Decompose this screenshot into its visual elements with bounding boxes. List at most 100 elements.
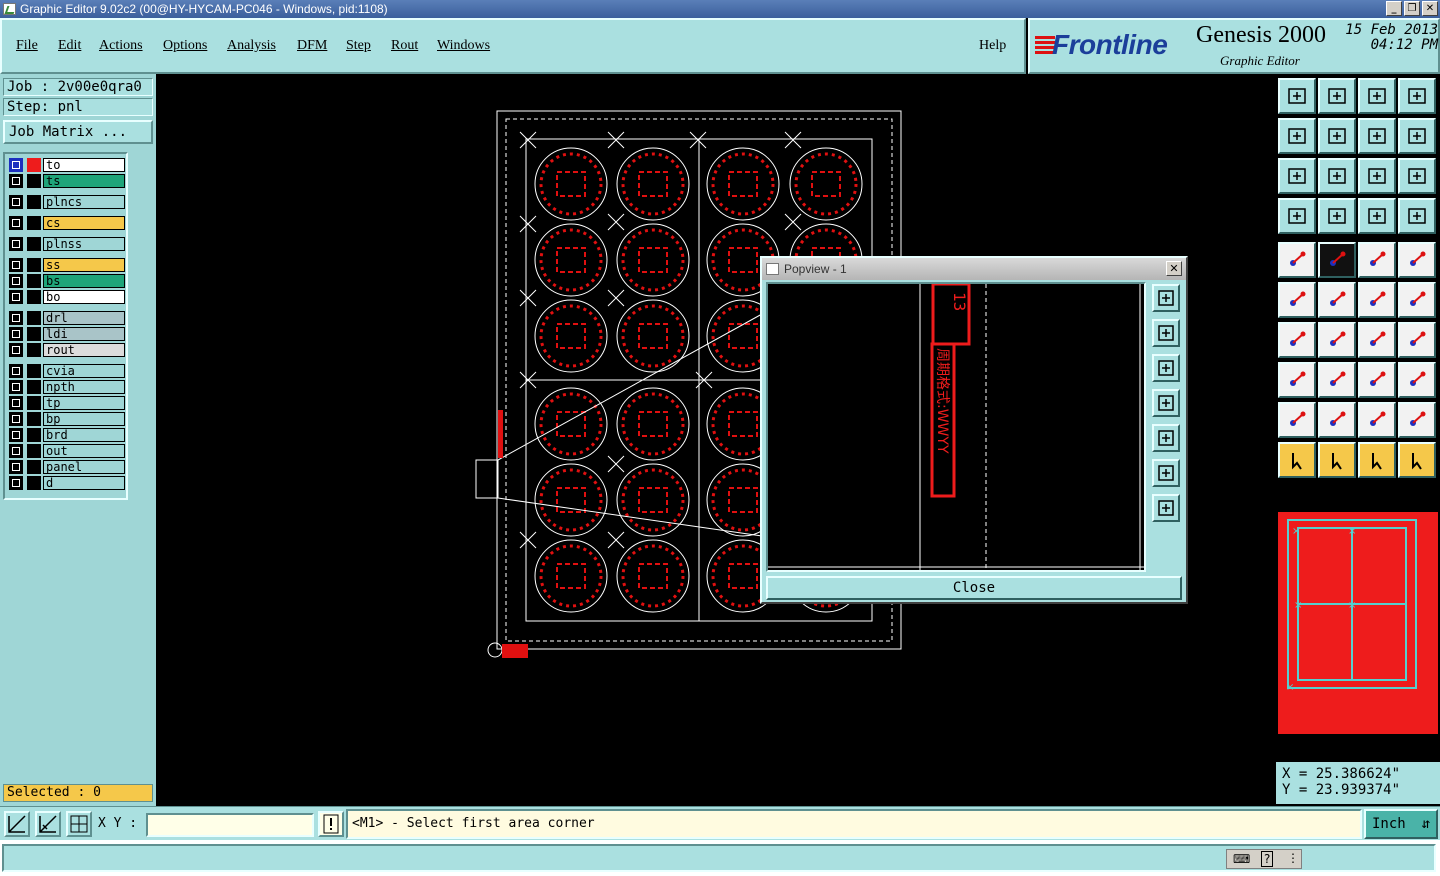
layer-checkbox[interactable] (9, 195, 23, 209)
cross-icon[interactable] (1318, 282, 1356, 318)
line-add-icon[interactable] (1358, 282, 1396, 318)
menu-dfm[interactable]: DFM (297, 38, 327, 54)
layer-checkbox[interactable] (9, 428, 23, 442)
menu-actions[interactable]: Actions (99, 38, 143, 54)
layer-name[interactable]: ts (43, 174, 125, 188)
popview-titlebar[interactable]: Popview - 1 ✕ (762, 258, 1186, 280)
next-icon[interactable] (1318, 118, 1356, 154)
node-icon[interactable] (1278, 362, 1316, 398)
layer-checkbox[interactable] (9, 396, 23, 410)
align-icon[interactable] (1398, 322, 1436, 358)
scale-icon[interactable] (1358, 158, 1396, 194)
layer-name[interactable]: cs (43, 216, 125, 230)
layer-name[interactable]: bp (43, 412, 125, 426)
pointer-icon[interactable] (1278, 442, 1316, 478)
snap-layer-2-icon[interactable] (1398, 198, 1436, 234)
layer-row-bs[interactable]: bs (9, 274, 127, 288)
layer-checkbox[interactable] (9, 327, 23, 341)
layer-checkbox[interactable] (9, 290, 23, 304)
layer-name[interactable]: rout (43, 343, 125, 357)
layer-scrollbar[interactable] (129, 152, 153, 500)
shapes-icon[interactable] (1398, 362, 1436, 398)
angle-icon[interactable] (1278, 322, 1316, 358)
previous-icon[interactable] (1278, 118, 1316, 154)
triangle-icon[interactable] (1278, 402, 1316, 438)
layer-checkbox[interactable] (9, 258, 23, 272)
layer-checkbox[interactable] (9, 412, 23, 426)
layer-row-cs[interactable]: cs (9, 216, 127, 230)
layer-name[interactable]: npth (43, 380, 125, 394)
window-icon[interactable] (1398, 78, 1436, 114)
layer-checkbox[interactable] (9, 237, 23, 251)
slash-icon[interactable] (1318, 322, 1356, 358)
measure-range-icon[interactable] (1358, 362, 1396, 398)
layer-row-out[interactable]: out (9, 444, 127, 458)
help-icon[interactable] (1398, 158, 1436, 194)
arch-2-icon[interactable] (1398, 402, 1436, 438)
layer-name[interactable]: cvia (43, 364, 125, 378)
job-matrix-button[interactable]: Job Matrix ... (3, 120, 153, 144)
popview-view[interactable]: 13 周期格式:WWYY (766, 282, 1146, 572)
rotate-icon[interactable] (1358, 118, 1396, 154)
layer-row-cvia[interactable]: cvia (9, 364, 127, 378)
home-icon[interactable] (1358, 78, 1396, 114)
app-icon[interactable] (3, 3, 16, 15)
layer-row-drl[interactable]: drl (9, 311, 127, 325)
line-move-icon[interactable] (1398, 282, 1436, 318)
layer-checkbox[interactable] (9, 444, 23, 458)
fit-icon[interactable] (1278, 158, 1316, 194)
keyboard-icon[interactable]: ⌨ (1233, 852, 1250, 866)
close-window-button[interactable]: ✕ (1422, 1, 1438, 16)
triangle-2-icon[interactable] (1318, 402, 1356, 438)
tray-menu-icon[interactable]: ⋮ (1287, 851, 1299, 865)
pointer-box-icon[interactable] (1318, 442, 1356, 478)
measure-icon[interactable] (35, 811, 61, 837)
layer-name[interactable]: drl (43, 311, 125, 325)
minus-icon[interactable] (1318, 362, 1356, 398)
overview-minimap[interactable]: × × × × × (1278, 512, 1438, 734)
pv-fit-icon[interactable] (1152, 459, 1180, 487)
menu-file[interactable]: File (16, 38, 38, 54)
restore-button[interactable]: ❐ (1404, 1, 1420, 16)
layer-row-tp[interactable]: tp (9, 396, 127, 410)
layer-name[interactable]: d (43, 476, 125, 490)
menu-edit[interactable]: Edit (58, 38, 81, 54)
layer-row-ldi[interactable]: ldi (9, 327, 127, 341)
draw-icon[interactable] (1318, 242, 1356, 278)
zoom-icon[interactable] (1318, 158, 1356, 194)
layer-checkbox[interactable] (9, 343, 23, 357)
grid-icon[interactable] (1318, 198, 1356, 234)
save-icon[interactable] (1318, 78, 1356, 114)
ruler-icon[interactable] (1358, 242, 1396, 278)
exclamation-icon[interactable] (318, 811, 344, 837)
pv-left-icon[interactable] (1152, 389, 1180, 417)
layer-checkbox[interactable] (9, 158, 23, 172)
snap-layer-icon[interactable] (1358, 198, 1396, 234)
pv-zoom-icon[interactable] (1152, 284, 1180, 312)
layer-name[interactable]: plnss (43, 237, 125, 251)
layer-name[interactable]: out (43, 444, 125, 458)
xy-input[interactable] (146, 813, 314, 837)
menu-windows[interactable]: Windows (437, 38, 490, 54)
layer-checkbox[interactable] (9, 274, 23, 288)
layer-row-npth[interactable]: npth (9, 380, 127, 394)
layer-checkbox[interactable] (9, 216, 23, 230)
layer-name[interactable]: ss (43, 258, 125, 272)
layer-checkbox[interactable] (9, 311, 23, 325)
layer-checkbox[interactable] (9, 174, 23, 188)
help-question-icon[interactable]: ? (1261, 851, 1274, 867)
layer-name[interactable]: plncs (43, 195, 125, 209)
layer-row-ts[interactable]: ts (9, 174, 127, 188)
menu-options[interactable]: Options (163, 38, 207, 54)
menu-help[interactable]: Help (979, 38, 1006, 54)
snap-icon[interactable] (4, 811, 30, 837)
layer-row-ss[interactable]: ss (9, 258, 127, 272)
layer-name[interactable]: brd (43, 428, 125, 442)
layer-row-bp[interactable]: bp (9, 412, 127, 426)
command-line[interactable] (2, 844, 1436, 872)
select-icon[interactable] (1278, 242, 1316, 278)
properties-icon[interactable] (1278, 198, 1316, 234)
arch-icon[interactable] (1358, 402, 1396, 438)
layer-checkbox[interactable] (9, 476, 23, 490)
layer-name[interactable]: bs (43, 274, 125, 288)
